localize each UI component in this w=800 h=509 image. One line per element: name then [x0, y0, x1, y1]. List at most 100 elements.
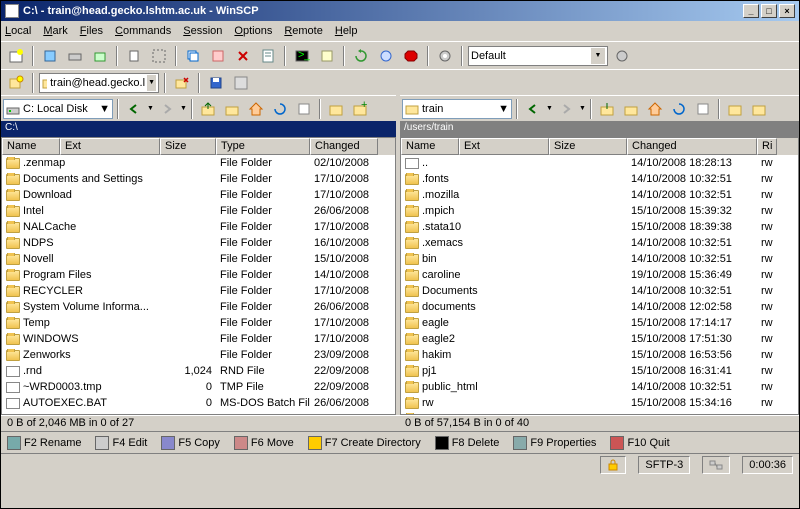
file-row[interactable]: public_html14/10/2008 10:32:51rw — [401, 379, 798, 395]
home-icon[interactable] — [644, 98, 666, 120]
bookmark-add-icon[interactable]: + — [349, 98, 371, 120]
file-row[interactable]: Documents14/10/2008 10:32:51rw — [401, 283, 798, 299]
fkey-f2[interactable]: F2 Rename — [7, 436, 81, 450]
tool-icon[interactable] — [39, 45, 61, 67]
file-row[interactable]: Program FilesFile Folder14/10/2008 — [2, 267, 395, 283]
bookmark-add-icon[interactable] — [748, 98, 770, 120]
file-row[interactable]: NovellFile Folder15/10/2008 — [2, 251, 395, 267]
back-icon[interactable] — [123, 98, 145, 120]
menu-files[interactable]: Files — [80, 25, 103, 37]
fkey-f6[interactable]: F6 Move — [234, 436, 294, 450]
menu-local[interactable]: Local — [5, 25, 31, 37]
file-row[interactable]: bin14/10/2008 10:32:51rw — [401, 251, 798, 267]
file-row[interactable]: TempFile Folder17/10/2008 — [2, 315, 395, 331]
home-icon[interactable] — [245, 98, 267, 120]
column-header[interactable]: Ext — [459, 138, 549, 155]
file-row[interactable]: IntelFile Folder26/06/2008 — [2, 203, 395, 219]
local-drive-select[interactable]: C: Local Disk ▼ — [3, 99, 113, 119]
fkey-f8[interactable]: F8 Delete — [435, 436, 500, 450]
properties-icon[interactable] — [257, 45, 279, 67]
file-row[interactable]: System Volume Informa...File Folder26/06… — [2, 299, 395, 315]
file-row[interactable]: RECYCLERFile Folder17/10/2008 — [2, 283, 395, 299]
find-icon[interactable] — [293, 98, 315, 120]
forward-icon[interactable] — [156, 98, 178, 120]
file-row[interactable]: .zenmapFile Folder02/10/2008 — [2, 155, 395, 171]
column-header[interactable]: Changed — [627, 138, 757, 155]
maximize-button[interactable]: □ — [761, 4, 777, 18]
file-row[interactable]: ZenworksFile Folder23/09/2008 — [2, 347, 395, 363]
file-row[interactable]: pj115/10/2008 16:31:41rw — [401, 363, 798, 379]
tool-icon[interactable] — [611, 45, 633, 67]
terminal-icon[interactable]: >_ — [291, 45, 313, 67]
file-row[interactable]: .stata1015/10/2008 18:39:38rw — [401, 219, 798, 235]
chevron-down-icon[interactable]: ▼ — [591, 48, 605, 64]
refresh-icon[interactable] — [668, 98, 690, 120]
column-header[interactable]: Type — [216, 138, 310, 155]
column-header[interactable]: Ext — [60, 138, 160, 155]
column-header[interactable]: Size — [160, 138, 216, 155]
fkey-f7[interactable]: F7 Create Directory — [308, 436, 421, 450]
file-row[interactable]: NDPSFile Folder16/10/2008 — [2, 235, 395, 251]
file-row[interactable]: eagle215/10/2008 17:51:30rw — [401, 331, 798, 347]
menu-remote[interactable]: Remote — [284, 25, 323, 37]
bookmark-icon[interactable] — [325, 98, 347, 120]
transfer-settings-combo[interactable]: Default ▼ — [468, 46, 608, 66]
local-file-list[interactable]: NameExtSizeTypeChanged .zenmapFile Folde… — [1, 137, 396, 415]
file-row[interactable]: caroline19/10/2008 15:36:49rw — [401, 267, 798, 283]
file-row[interactable]: hakim15/10/2008 16:53:56rw — [401, 347, 798, 363]
parent-dir-icon[interactable] — [197, 98, 219, 120]
delete-icon[interactable] — [232, 45, 254, 67]
file-row[interactable]: NALCacheFile Folder17/10/2008 — [2, 219, 395, 235]
tool-icon[interactable] — [123, 45, 145, 67]
menu-session[interactable]: Session — [183, 25, 222, 37]
bookmark-icon[interactable] — [724, 98, 746, 120]
column-header[interactable]: Size — [549, 138, 627, 155]
menu-options[interactable]: Options — [234, 25, 272, 37]
minimize-button[interactable]: _ — [743, 4, 759, 18]
tool-icon[interactable] — [375, 45, 397, 67]
save-session-icon[interactable] — [205, 72, 227, 94]
root-dir-icon[interactable] — [620, 98, 642, 120]
new-session-icon[interactable] — [5, 45, 27, 67]
close-button[interactable]: × — [779, 4, 795, 18]
sync-icon[interactable] — [350, 45, 372, 67]
fkey-f10[interactable]: F10 Quit — [610, 436, 669, 450]
fkey-f5[interactable]: F5 Copy — [161, 436, 220, 450]
file-row[interactable]: AUTOEXEC.BAT0MS-DOS Batch File26/06/2008 — [2, 395, 395, 411]
column-header[interactable]: Name — [401, 138, 459, 155]
file-row[interactable]: Documents and SettingsFile Folder17/10/2… — [2, 171, 395, 187]
file-row[interactable]: .fonts14/10/2008 10:32:51rw — [401, 171, 798, 187]
fkey-f4[interactable]: F4 Edit — [95, 436, 147, 450]
fkey-f9[interactable]: F9 Properties — [513, 436, 596, 450]
tool-icon[interactable] — [207, 45, 229, 67]
file-row[interactable]: .rnd1,024RND File22/09/2008 — [2, 363, 395, 379]
remote-columns[interactable]: NameExtSizeChangedRi — [401, 138, 798, 155]
tool-icon[interactable] — [64, 45, 86, 67]
file-row[interactable]: .mozilla14/10/2008 10:32:51rw — [401, 187, 798, 203]
column-header[interactable]: Changed — [310, 138, 378, 155]
root-dir-icon[interactable] — [221, 98, 243, 120]
file-row[interactable]: rw15/10/2008 15:34:16rw — [401, 395, 798, 411]
tool-icon[interactable] — [89, 45, 111, 67]
find-icon[interactable] — [692, 98, 714, 120]
tool-icon[interactable] — [148, 45, 170, 67]
chevron-down-icon[interactable]: ▼ — [498, 103, 509, 115]
file-row[interactable]: eagle15/10/2008 17:14:17rw — [401, 315, 798, 331]
session-combo[interactable]: train@head.gecko.l ▼ — [39, 73, 159, 93]
file-row[interactable]: .xemacs14/10/2008 10:32:51rw — [401, 235, 798, 251]
file-row[interactable]: boot.ini211Configuration S26/06/2008 — [2, 411, 395, 414]
file-row[interactable]: ..14/10/2008 18:28:13rw — [401, 155, 798, 171]
menu-help[interactable]: Help — [335, 25, 358, 37]
file-row[interactable]: ~WRD0003.tmp0TMP File22/09/2008 — [2, 379, 395, 395]
column-header[interactable]: Name — [2, 138, 60, 155]
file-row[interactable]: WINDOWSFile Folder17/10/2008 — [2, 331, 395, 347]
chevron-down-icon[interactable]: ▼ — [99, 103, 110, 115]
remote-dir-select[interactable]: train ▼ — [402, 99, 512, 119]
stop-icon[interactable] — [400, 45, 422, 67]
local-columns[interactable]: NameExtSizeTypeChanged — [2, 138, 395, 155]
tool-icon[interactable] — [316, 45, 338, 67]
file-row[interactable]: stata15/10/2008 11:08:27rw — [401, 411, 798, 414]
new-session-button[interactable] — [5, 72, 27, 94]
file-row[interactable]: .mpich15/10/2008 15:39:32rw — [401, 203, 798, 219]
close-session-icon[interactable] — [171, 72, 193, 94]
